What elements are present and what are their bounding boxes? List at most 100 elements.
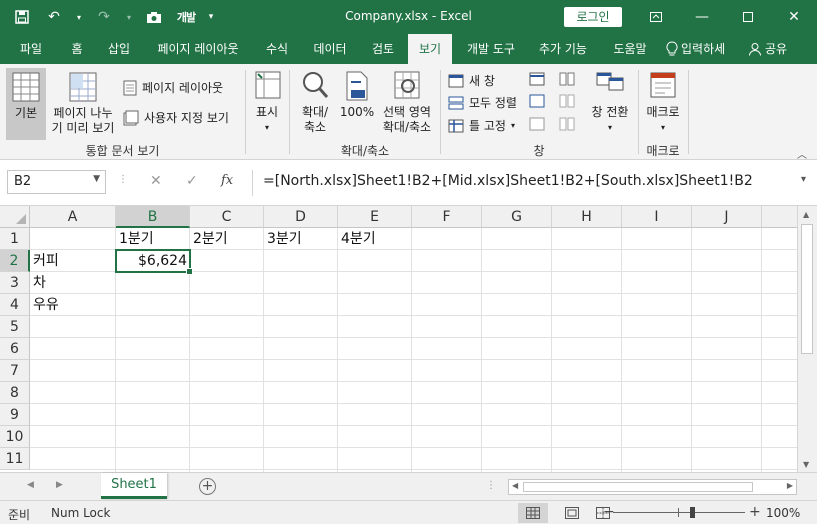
prev-sheet-icon[interactable]: ◀ (27, 480, 34, 490)
row-header[interactable]: 6 (0, 338, 30, 360)
name-box[interactable]: B2 ▼ (7, 170, 106, 194)
row-header[interactable]: 9 (0, 404, 30, 426)
tab-review[interactable]: 검토 (364, 34, 402, 64)
tell-me-box[interactable]: 입력하세 (666, 34, 725, 64)
column-header[interactable]: H (552, 206, 622, 228)
row-header[interactable]: 5 (0, 316, 30, 338)
maximize-button[interactable] (725, 0, 771, 34)
tab-add-ins[interactable]: 추가 기능 (530, 34, 596, 64)
undo-button[interactable]: ↶ (42, 6, 66, 28)
cell-a4[interactable]: 우유 (30, 294, 116, 316)
tab-insert[interactable]: 삽입 (100, 34, 138, 64)
formula-bar-splitter[interactable]: ⋮ (118, 174, 128, 185)
horizontal-scroll-thumb[interactable] (523, 482, 753, 492)
worksheet-grid[interactable]: A B C D E F G H I J 1 2 3 4 5 6 7 8 9 10… (0, 206, 817, 472)
developer-qat-button[interactable]: 개발 (174, 6, 198, 28)
column-header[interactable]: G (482, 206, 552, 228)
row-header[interactable]: 3 (0, 272, 30, 294)
expand-formula-bar-icon[interactable]: ▾ (801, 174, 806, 185)
tab-view[interactable]: 보기 (408, 34, 452, 64)
new-sheet-button[interactable]: + (199, 478, 216, 495)
tab-home[interactable]: 홈 (62, 34, 92, 64)
page-break-preview-button[interactable]: 페이지 나누 기 미리 보기 (48, 71, 118, 136)
minimize-button[interactable]: — (679, 0, 725, 34)
hide-window-button[interactable] (529, 94, 545, 108)
formula-input[interactable]: =[North.xlsx]Sheet1!B2+[Mid.xlsx]Sheet1!… (252, 170, 812, 196)
show-button[interactable]: 표시 ▾ (250, 70, 284, 135)
tab-splitter[interactable]: ⋮ (486, 480, 496, 491)
tab-formulas[interactable]: 수식 (258, 34, 296, 64)
unhide-window-button[interactable] (529, 117, 545, 131)
undo-dropdown[interactable]: ▾ (74, 6, 84, 28)
tab-file[interactable]: 파일 (8, 34, 54, 64)
close-button[interactable]: ✕ (771, 0, 817, 34)
page-layout-view-button[interactable]: 페이지 레이아웃 (123, 79, 223, 96)
macros-button[interactable]: 매크로 ▾ (642, 70, 684, 135)
switch-windows-button[interactable]: 창 전환 ▾ (586, 70, 634, 135)
redo-button[interactable]: ↷ (92, 6, 116, 28)
select-all-button[interactable] (0, 206, 30, 228)
zoom-slider-thumb[interactable] (690, 507, 695, 518)
split-button[interactable] (529, 72, 545, 86)
column-header[interactable]: A (30, 206, 116, 228)
vertical-scroll-thumb[interactable] (801, 224, 813, 354)
horizontal-scrollbar[interactable]: ◀ ▶ (508, 479, 797, 495)
cell-a3[interactable]: 차 (30, 272, 116, 294)
tab-developer[interactable]: 개발 도구 (458, 34, 524, 64)
column-header[interactable]: E (338, 206, 412, 228)
custom-views-button[interactable]: 사용자 지정 보기 (123, 109, 229, 126)
scroll-down-icon[interactable]: ▼ (803, 460, 809, 469)
tab-help[interactable]: 도움말 (604, 34, 656, 64)
next-sheet-icon[interactable]: ▶ (56, 480, 63, 490)
row-header[interactable]: 8 (0, 382, 30, 404)
cell-a2[interactable]: 커피 (30, 250, 116, 272)
tab-page-layout[interactable]: 페이지 레이아웃 (146, 34, 250, 64)
share-button[interactable]: 공유 (748, 34, 787, 64)
scroll-up-icon[interactable]: ▲ (803, 210, 809, 219)
selected-cell-outline[interactable] (115, 249, 193, 275)
row-header[interactable]: 10 (0, 426, 30, 448)
column-header[interactable]: D (264, 206, 338, 228)
view-side-by-side-button[interactable] (559, 72, 575, 86)
zoom-button[interactable]: 확대/ 축소 (294, 70, 336, 135)
zoom-to-selection-button[interactable]: 선택 영역 확대/축소 (378, 70, 436, 135)
insert-function-button[interactable]: fx (221, 173, 233, 188)
cancel-entry-button[interactable]: ✕ (150, 173, 162, 189)
collapse-ribbon-button[interactable]: ︿ (797, 146, 807, 161)
camera-button[interactable] (142, 6, 166, 28)
vertical-scrollbar[interactable]: ▲ ▼ (797, 206, 817, 472)
normal-view-status-button[interactable] (518, 503, 548, 523)
zoom-100-button[interactable]: 100% (338, 70, 376, 120)
column-header[interactable]: C (190, 206, 264, 228)
zoom-slider-track[interactable] (613, 512, 745, 513)
scroll-right-icon[interactable]: ▶ (787, 481, 793, 490)
synchronous-scrolling-button[interactable] (559, 94, 575, 108)
redo-dropdown[interactable]: ▾ (124, 6, 134, 28)
new-window-button[interactable]: 새 창 (448, 72, 495, 89)
column-header[interactable]: F (412, 206, 482, 228)
column-header[interactable]: I (622, 206, 692, 228)
cell-c1[interactable]: 2분기 (190, 228, 264, 250)
column-header[interactable] (762, 206, 798, 228)
column-header[interactable]: J (692, 206, 762, 228)
reset-window-position-button[interactable] (559, 117, 575, 131)
page-layout-status-button[interactable] (557, 503, 587, 523)
row-header[interactable]: 2 (0, 250, 30, 272)
zoom-level[interactable]: 100% (766, 506, 800, 520)
cell-d1[interactable]: 3분기 (264, 228, 338, 250)
normal-view-button[interactable]: 기본 (6, 68, 46, 140)
sheet-tab[interactable]: Sheet1 (101, 473, 167, 499)
row-header[interactable]: 11 (0, 448, 30, 470)
row-header[interactable]: 4 (0, 294, 30, 316)
confirm-entry-button[interactable]: ✓ (186, 173, 198, 189)
zoom-in-button[interactable]: + (749, 504, 761, 520)
cell-e1[interactable]: 4분기 (338, 228, 412, 250)
customize-qat-button[interactable]: ▾ (206, 6, 216, 28)
ribbon-display-button[interactable] (633, 0, 679, 34)
arrange-all-button[interactable]: 모두 정렬 (448, 94, 517, 111)
tab-data[interactable]: 데이터 (304, 34, 356, 64)
column-header[interactable]: B (116, 206, 190, 228)
cell-b1[interactable]: 1분기 (116, 228, 190, 250)
row-header[interactable]: 7 (0, 360, 30, 382)
row-header[interactable]: 1 (0, 228, 30, 250)
